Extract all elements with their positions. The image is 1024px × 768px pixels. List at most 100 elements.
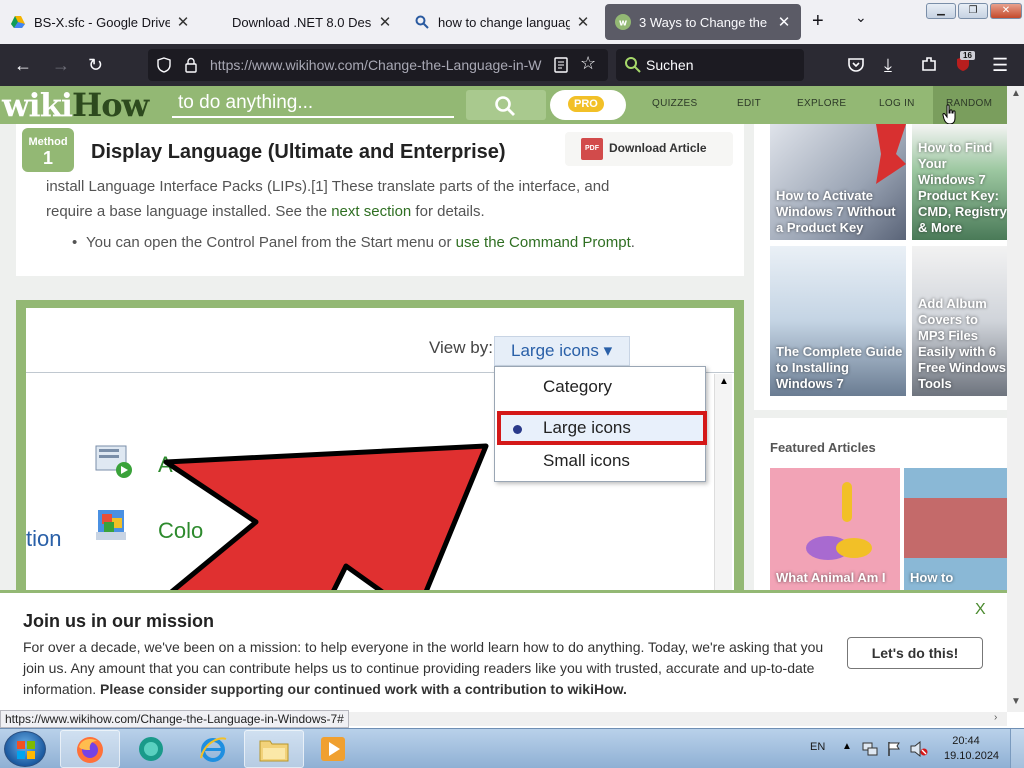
close-tab-icon[interactable]: ✕ <box>378 13 392 31</box>
new-tab-button[interactable]: + <box>812 10 824 33</box>
related-article-2[interactable]: How to Find Your Windows 7 Product Key: … <box>912 124 1007 240</box>
taskbar-app-2[interactable] <box>122 730 182 768</box>
view-by-value: Large icons ▾ <box>511 341 613 360</box>
lets-do-this-button[interactable]: Let's do this! <box>847 637 983 669</box>
related-article-1[interactable]: How to Activate Windows 7 Without a Prod… <box>770 124 906 240</box>
banner-bold-text: Please consider supporting our continued… <box>100 681 627 697</box>
bookmark-star-icon[interactable]: ☆ <box>580 53 596 74</box>
menu-icon[interactable]: ☰ <box>992 54 1008 76</box>
taskbar-media-player[interactable] <box>304 730 364 768</box>
step-text-line-1: install Language Interface Packs (LIPs).… <box>46 178 610 195</box>
status-url: https://www.wikihow.com/Change-the-Langu… <box>0 710 349 728</box>
featured-article-2[interactable]: How to <box>904 468 1007 590</box>
url-bar[interactable]: https://www.wikihow.com/Change-the-Langu… <box>148 49 608 81</box>
clock-time: 20:44 <box>952 735 980 747</box>
show-hidden-icons[interactable]: ▲ <box>842 741 852 752</box>
nav-explore[interactable]: EXPLORE <box>797 98 846 109</box>
tab-google-drive[interactable]: BS-X.sfc - Google Drive ✕ <box>0 2 200 42</box>
internet-explorer-icon <box>200 737 227 762</box>
view-by-dropdown: Category Large icons Small icons <box>494 366 707 482</box>
method-label: Method <box>28 136 68 148</box>
nav-login[interactable]: LOG IN <box>879 98 915 109</box>
back-icon[interactable]: ← <box>14 54 32 76</box>
folder-icon <box>259 740 289 762</box>
taskbar-ie[interactable] <box>184 730 244 768</box>
screenshot-scrollbar: ▲ <box>714 374 732 590</box>
wikihow-header: wikiHow to do anything... PRO QUIZZES ED… <box>0 86 1007 125</box>
close-tab-icon[interactable]: ✕ <box>576 13 590 31</box>
option-category[interactable]: Category <box>543 377 612 397</box>
featured-title: What Animal Am I <box>776 570 886 585</box>
extensions-icon[interactable] <box>920 55 938 73</box>
related-article-4[interactable]: Add Album Covers to MP3 Files Easily wit… <box>912 246 1007 396</box>
hand-cursor-icon <box>942 104 956 125</box>
related-title: The Complete Guide to Installing Windows… <box>776 344 903 391</box>
tab-search[interactable]: how to change language o ✕ <box>404 2 600 42</box>
bullet-suffix: . <box>630 234 635 251</box>
sidebar-divider <box>754 410 1007 418</box>
search-bar[interactable]: Suchen <box>616 49 804 81</box>
lock-icon[interactable] <box>184 57 198 73</box>
action-center-flag-icon[interactable] <box>886 741 902 757</box>
pocket-icon[interactable] <box>846 55 866 75</box>
volume-muted-icon[interactable] <box>910 741 928 757</box>
wikihow-search-button[interactable] <box>466 90 546 120</box>
taskbar-firefox[interactable] <box>60 730 120 768</box>
balloon-animal-icon <box>806 482 872 560</box>
search-icon <box>495 96 515 116</box>
related-article-3[interactable]: The Complete Guide to Installing Windows… <box>770 246 906 396</box>
tab-title: 3 Ways to Change the Lang <box>639 14 771 30</box>
related-title: Add Album Covers to MP3 Files Easily wit… <box>918 296 1007 391</box>
start-button[interactable] <box>4 731 46 767</box>
featured-heading: Featured Articles <box>770 440 876 455</box>
featured-article-1[interactable]: What Animal Am I <box>770 468 900 590</box>
nav-quizzes[interactable]: QUIZZES <box>652 98 697 109</box>
search-placeholder: Suchen <box>646 57 694 73</box>
option-large-icons-highlight[interactable]: Large icons <box>497 411 707 445</box>
tab-wikihow-active[interactable]: w 3 Ways to Change the Lang ✕ <box>605 4 801 40</box>
page-scrollbar[interactable]: ▲ ▼ <box>1007 86 1024 712</box>
network-icon[interactable] <box>862 741 878 757</box>
close-tab-icon[interactable]: ✕ <box>777 13 791 31</box>
forward-icon[interactable]: → <box>52 54 70 76</box>
bullet-prefix: You can open the Control Panel from the … <box>86 234 456 251</box>
close-tab-icon[interactable]: ✕ <box>176 13 190 31</box>
download-label: Download Article <box>609 141 707 155</box>
url-text[interactable]: https://www.wikihow.com/Change-the-Langu… <box>210 57 550 73</box>
tab-dotnet[interactable]: Download .NET 8.0 Desktop ✕ <box>222 2 402 42</box>
minimize-button[interactable]: ▁ <box>926 3 956 19</box>
pdf-icon: PDF <box>581 138 603 160</box>
download-article-button[interactable]: PDF Download Article <box>565 132 733 166</box>
wikihow-logo[interactable]: wikiHow <box>2 86 149 124</box>
show-desktop-button[interactable] <box>1010 729 1024 768</box>
pro-button[interactable]: PRO <box>550 90 626 120</box>
wikihow-search-input[interactable]: to do anything... <box>172 90 454 118</box>
text-suffix: for details. <box>411 203 485 220</box>
downloads-icon[interactable]: ⤓ <box>884 54 892 76</box>
nav-edit[interactable]: EDIT <box>737 98 761 109</box>
shield-icon[interactable] <box>156 57 172 73</box>
close-banner-button[interactable]: X <box>975 601 986 619</box>
clock[interactable]: 20:44 19.10.2024 <box>944 734 999 764</box>
reload-icon[interactable]: ↻ <box>88 54 103 76</box>
list-tabs-button[interactable]: ⌄ <box>855 9 867 26</box>
taskbar-explorer[interactable] <box>244 730 304 768</box>
pro-label: PRO <box>568 96 604 112</box>
reader-view-icon[interactable] <box>554 57 568 73</box>
option-small-icons[interactable]: Small icons <box>543 451 630 471</box>
banner-body: For over a decade, we've been on a missi… <box>23 637 833 700</box>
maximize-button[interactable]: ❐ <box>958 3 988 19</box>
armchair-shape <box>904 498 1007 558</box>
close-window-button[interactable]: ✕ <box>990 3 1022 19</box>
option-large-icons[interactable]: Large icons <box>543 418 631 438</box>
media-player-icon <box>321 737 345 761</box>
next-section-link[interactable]: next section <box>331 203 411 220</box>
method-title: Display Language (Ultimate and Enterpris… <box>91 141 506 163</box>
command-prompt-link[interactable]: use the Command Prompt <box>456 234 631 251</box>
text-prefix: require a base language installed. See t… <box>46 203 332 220</box>
banner-title: Join us in our mission <box>23 611 215 631</box>
cp-partial-label: tion <box>26 526 62 551</box>
wikihow-icon: w <box>615 14 631 30</box>
language-indicator[interactable]: EN <box>810 741 825 753</box>
step-screenshot[interactable]: View by: Large icons ▾ ▲ tion Au Colo Ca… <box>26 308 734 590</box>
